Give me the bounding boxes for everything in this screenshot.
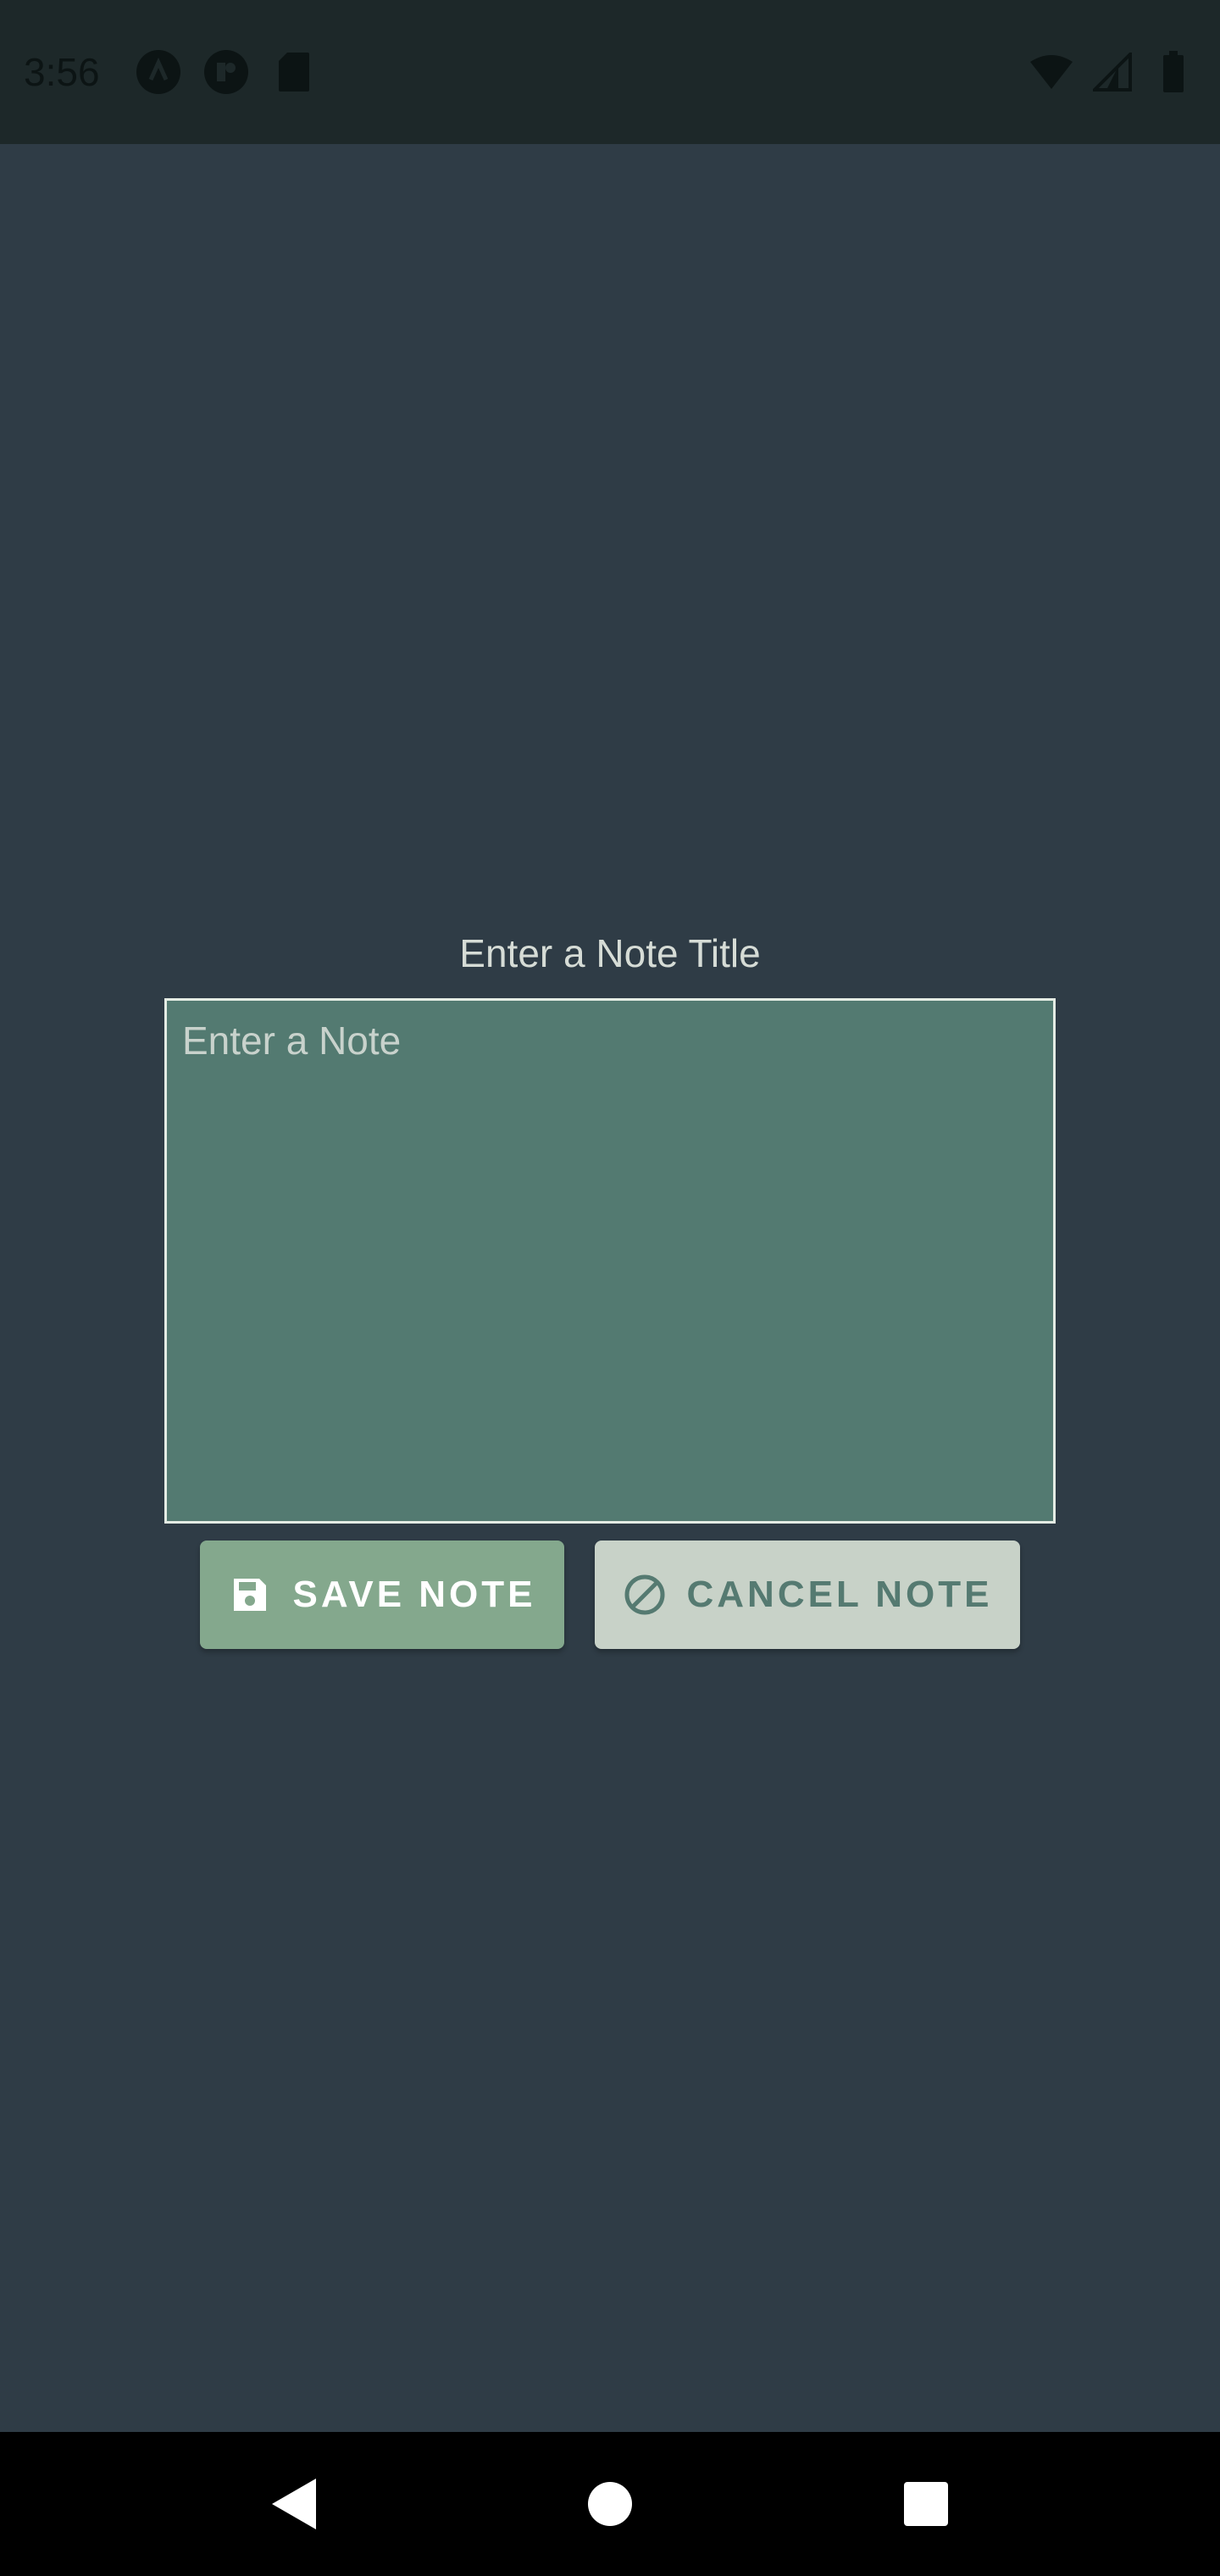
status-bar: 3:56 <box>0 0 1220 144</box>
save-note-label: SAVE NOTE <box>292 1574 536 1615</box>
app-icon-b <box>203 49 249 95</box>
signal-icon <box>1090 49 1135 95</box>
note-text-area[interactable] <box>164 998 1056 1524</box>
status-right <box>1029 49 1196 95</box>
floppy-disk-icon <box>228 1573 272 1617</box>
home-icon[interactable] <box>568 2462 652 2546</box>
note-title-input[interactable]: Enter a Note Title <box>0 930 1220 976</box>
status-left: 3:56 <box>24 49 317 95</box>
status-time: 3:56 <box>24 50 100 94</box>
cancel-note-button[interactable]: CANCEL NOTE <box>595 1541 1020 1649</box>
block-icon <box>623 1573 667 1617</box>
app-icon-a <box>136 49 181 95</box>
sd-card-icon <box>271 49 317 95</box>
back-icon[interactable] <box>252 2462 336 2546</box>
recents-icon[interactable] <box>884 2462 968 2546</box>
navigation-bar <box>0 2432 1220 2576</box>
cancel-note-label: CANCEL NOTE <box>686 1574 993 1615</box>
note-input[interactable] <box>182 1018 1038 1504</box>
note-editor-screen: 3:56 Enter a Note Title Enter a Note SAV… <box>0 0 1220 2576</box>
battery-icon <box>1151 49 1196 95</box>
wifi-icon <box>1029 49 1074 95</box>
save-note-button[interactable]: SAVE NOTE <box>200 1541 564 1649</box>
